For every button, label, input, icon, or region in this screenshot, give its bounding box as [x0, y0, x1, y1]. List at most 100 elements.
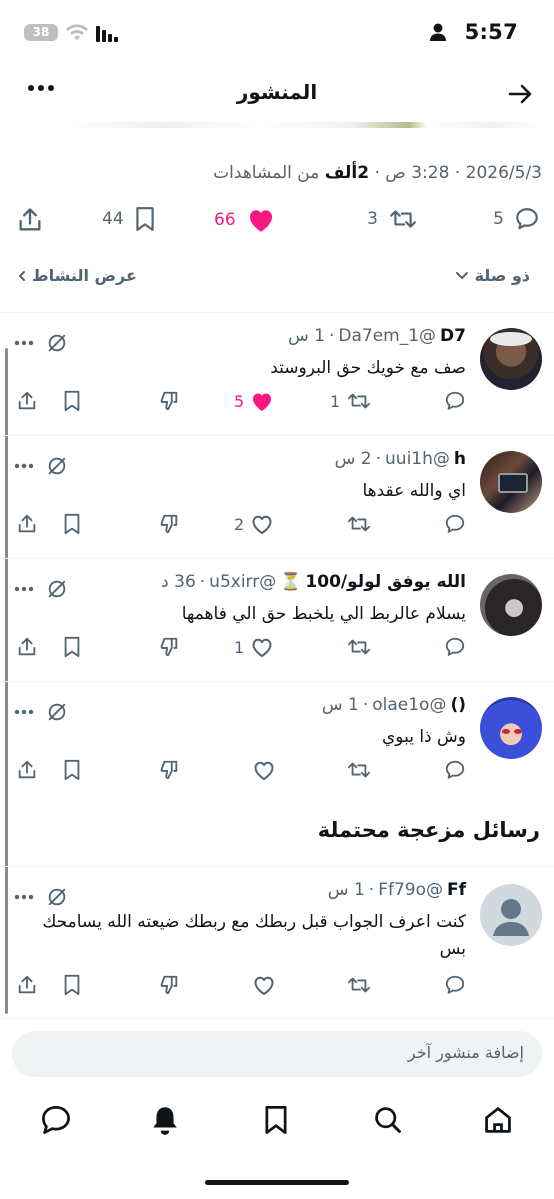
- reply-item[interactable]: D7 @Da7em_1 · 1 س صف مع خويك حق البروستد…: [0, 312, 554, 435]
- share-button[interactable]: [16, 513, 38, 535]
- share-button[interactable]: [16, 974, 38, 996]
- arrow-right-icon: [508, 84, 532, 104]
- repost-button[interactable]: 1: [330, 390, 372, 412]
- author-handle[interactable]: @Ff79o: [378, 880, 443, 900]
- author-name[interactable]: h: [454, 449, 466, 469]
- reply-item[interactable]: Ff @Ff79o · 1 س كنت اعرف الجواب قبل ربطك…: [0, 866, 554, 1018]
- author-name[interactable]: (): [450, 695, 466, 715]
- like-count: 2: [234, 514, 245, 534]
- like-button[interactable]: 66: [214, 206, 276, 233]
- dislike-button[interactable]: [158, 759, 180, 781]
- reply-time: 1 س: [327, 880, 365, 900]
- reply-button[interactable]: 5: [493, 206, 540, 232]
- repost-button[interactable]: [346, 636, 372, 658]
- repost-button[interactable]: [346, 974, 372, 996]
- reply-icon: [445, 514, 465, 533]
- like-button[interactable]: 5: [234, 390, 274, 412]
- author-handle[interactable]: @u5xirr: [209, 572, 276, 592]
- avatar[interactable]: [480, 697, 542, 759]
- sort-label: ذو صلة: [474, 266, 530, 285]
- nav-bookmarks[interactable]: [262, 1104, 290, 1136]
- bookmark-button[interactable]: [62, 759, 82, 781]
- reply-button[interactable]: [444, 513, 466, 535]
- view-activity-link[interactable]: عرض النشاط: [18, 266, 137, 285]
- share-button[interactable]: [16, 390, 38, 412]
- more-horizontal-icon[interactable]: [14, 709, 34, 715]
- like-button[interactable]: [252, 759, 276, 781]
- nav-messages[interactable]: [40, 1104, 72, 1136]
- like-button[interactable]: 2: [234, 513, 274, 535]
- avatar[interactable]: [480, 451, 542, 513]
- bookmark-button[interactable]: 44: [102, 206, 156, 232]
- author-name[interactable]: الله يوفق لولو/100: [305, 572, 466, 592]
- person-icon: [430, 23, 446, 41]
- reply-icon: [445, 760, 465, 779]
- reply-top-icons: [14, 332, 68, 354]
- author-name[interactable]: D7: [440, 326, 466, 346]
- grok-icon[interactable]: [46, 332, 68, 354]
- post-time: 3:28 ص: [385, 163, 450, 183]
- avatar[interactable]: [480, 574, 542, 636]
- grok-icon[interactable]: [46, 886, 68, 908]
- author-handle[interactable]: @uui1h: [385, 449, 450, 469]
- reply-button[interactable]: [444, 390, 466, 412]
- avatar-placeholder[interactable]: [480, 884, 542, 946]
- add-post-input[interactable]: إضافة منشور آخر: [12, 1031, 542, 1077]
- share-icon: [18, 760, 36, 779]
- reply-item[interactable]: () @olae1o · 1 س وش ذا يبوي: [0, 681, 554, 804]
- back-button[interactable]: [508, 82, 534, 106]
- media-remnant: [70, 122, 540, 128]
- reply-text: كنت اعرف الجواب قبل ربطك مع ربطك ضيعته ا…: [42, 912, 466, 959]
- reply-sort-row: ذو صلة عرض النشاط: [0, 264, 554, 294]
- grok-icon[interactable]: [46, 701, 68, 723]
- avatar[interactable]: [480, 328, 542, 390]
- dislike-button[interactable]: [158, 513, 180, 535]
- bookmark-button[interactable]: [62, 636, 82, 658]
- more-horizontal-icon[interactable]: [14, 894, 34, 900]
- more-horizontal-icon[interactable]: [14, 586, 34, 592]
- grok-icon[interactable]: [46, 455, 68, 477]
- nav-search[interactable]: [372, 1104, 404, 1136]
- nav-home[interactable]: [482, 1104, 514, 1136]
- thumbs-down-icon: [160, 391, 178, 411]
- repost-button[interactable]: [346, 513, 372, 535]
- author-handle[interactable]: @olae1o: [372, 695, 446, 715]
- cellular-signal-icon: [96, 26, 118, 42]
- page-title: المنشور: [236, 80, 318, 104]
- like-button[interactable]: [252, 974, 276, 996]
- author-handle[interactable]: @Da7em_1: [338, 326, 436, 346]
- dislike-button[interactable]: [158, 636, 180, 658]
- reply-button[interactable]: [444, 636, 466, 658]
- share-button[interactable]: [16, 759, 38, 781]
- grok-icon[interactable]: [46, 578, 68, 600]
- repost-button[interactable]: 3: [367, 206, 418, 232]
- reply-top-icons: [14, 886, 68, 908]
- reply-item[interactable]: الله يوفق لولو/100 ⏳ @u5xirr · 36 د يسلا…: [0, 558, 554, 681]
- reply-top-icons: [14, 578, 68, 600]
- chat-bubble-icon: [42, 1106, 70, 1134]
- reply-item[interactable]: h @uui1h · 2 س اي والله عقدها 2: [0, 435, 554, 558]
- bookmark-button[interactable]: [62, 390, 82, 412]
- nav-notifications[interactable]: [150, 1104, 180, 1136]
- more-horizontal-icon[interactable]: [14, 340, 34, 346]
- share-button[interactable]: [16, 636, 38, 658]
- more-horizontal-icon[interactable]: [14, 463, 34, 469]
- author-name[interactable]: Ff: [447, 880, 466, 900]
- chevron-down-icon: [455, 271, 468, 279]
- bookmark-button[interactable]: [62, 513, 82, 535]
- share-button[interactable]: [16, 206, 44, 234]
- bottom-navigation: [0, 1090, 554, 1154]
- like-button[interactable]: 1: [234, 636, 274, 658]
- repost-button[interactable]: [346, 759, 372, 781]
- reply-button[interactable]: [444, 974, 466, 996]
- bookmark-button[interactable]: [62, 974, 82, 996]
- reply-header: () @olae1o · 1 س: [321, 695, 466, 715]
- bookmark-icon: [64, 759, 80, 781]
- like-count: 66: [214, 209, 236, 230]
- repost-count: 1: [330, 391, 341, 411]
- reply-button[interactable]: [444, 759, 466, 781]
- dislike-button[interactable]: [158, 974, 180, 996]
- dislike-button[interactable]: [158, 390, 180, 412]
- sort-dropdown[interactable]: ذو صلة: [455, 266, 530, 285]
- heart-icon: [252, 638, 272, 657]
